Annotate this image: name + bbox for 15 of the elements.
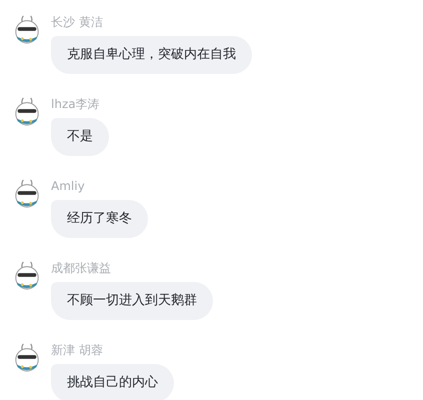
avatar-icon <box>13 96 41 126</box>
sender-name: lhza李涛 <box>51 96 100 113</box>
sender-name: 新津 胡蓉 <box>51 342 103 359</box>
sender-name: 长沙 黄洁 <box>51 14 103 31</box>
message-bubble: 经历了寒冬 <box>51 200 148 238</box>
avatar-icon <box>13 14 41 44</box>
sender-name: 成都张谦益 <box>51 260 111 277</box>
avatar-icon <box>13 260 41 290</box>
message-bubble: 挑战自己的内心 <box>51 364 174 400</box>
message-bubble: 克服自卑心理，突破内在自我 <box>51 36 252 74</box>
message-bubble: 不顾一切进入到天鹅群 <box>51 282 213 320</box>
message-bubble: 不是 <box>51 118 109 156</box>
sender-name: Amliy <box>51 178 85 195</box>
avatar-icon <box>13 342 41 372</box>
avatar-icon <box>13 178 41 208</box>
